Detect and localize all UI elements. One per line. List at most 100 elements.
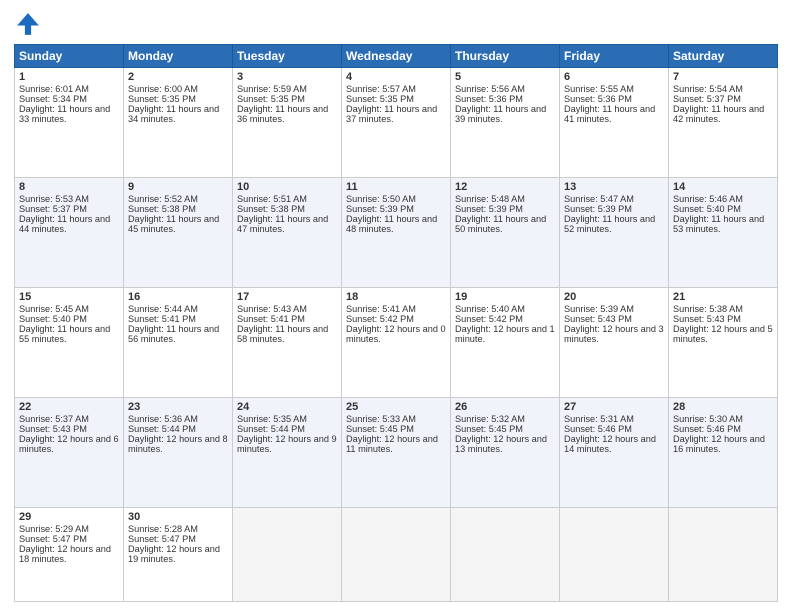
sunrise-label: Sunrise: 6:00 AM [128, 84, 198, 94]
day-number: 14 [673, 181, 773, 193]
sunrise-label: Sunrise: 5:45 AM [19, 304, 89, 314]
calendar-cell [342, 508, 451, 602]
day-number: 29 [19, 511, 119, 523]
sunset-label: Sunset: 5:39 PM [346, 204, 414, 214]
day-number: 20 [564, 291, 664, 303]
sunrise-label: Sunrise: 5:51 AM [237, 194, 307, 204]
sunset-label: Sunset: 5:41 PM [128, 314, 196, 324]
daylight-label: Daylight: 11 hours and 56 minutes. [128, 324, 219, 344]
daylight-label: Daylight: 12 hours and 5 minutes. [673, 324, 773, 344]
daylight-label: Daylight: 12 hours and 6 minutes. [19, 434, 119, 454]
day-number: 28 [673, 401, 773, 413]
day-number: 18 [346, 291, 446, 303]
sunrise-label: Sunrise: 5:55 AM [564, 84, 634, 94]
day-number: 12 [455, 181, 555, 193]
weekday-header-thursday: Thursday [451, 45, 560, 68]
sunset-label: Sunset: 5:45 PM [455, 424, 523, 434]
day-number: 1 [19, 71, 119, 83]
daylight-label: Daylight: 12 hours and 9 minutes. [237, 434, 337, 454]
calendar-cell: 29Sunrise: 5:29 AMSunset: 5:47 PMDayligh… [15, 508, 124, 602]
calendar-cell: 20Sunrise: 5:39 AMSunset: 5:43 PMDayligh… [560, 288, 669, 398]
daylight-label: Daylight: 11 hours and 39 minutes. [455, 104, 546, 124]
calendar-cell: 2Sunrise: 6:00 AMSunset: 5:35 PMDaylight… [124, 68, 233, 178]
sunrise-label: Sunrise: 5:35 AM [237, 414, 307, 424]
sunset-label: Sunset: 5:46 PM [673, 424, 741, 434]
calendar-cell: 24Sunrise: 5:35 AMSunset: 5:44 PMDayligh… [233, 398, 342, 508]
daylight-label: Daylight: 11 hours and 44 minutes. [19, 214, 110, 234]
daylight-label: Daylight: 11 hours and 53 minutes. [673, 214, 764, 234]
calendar-cell: 30Sunrise: 5:28 AMSunset: 5:47 PMDayligh… [124, 508, 233, 602]
weekday-header-friday: Friday [560, 45, 669, 68]
sunrise-label: Sunrise: 5:44 AM [128, 304, 198, 314]
day-number: 22 [19, 401, 119, 413]
calendar-cell: 25Sunrise: 5:33 AMSunset: 5:45 PMDayligh… [342, 398, 451, 508]
sunset-label: Sunset: 5:42 PM [455, 314, 523, 324]
sunrise-label: Sunrise: 5:33 AM [346, 414, 416, 424]
day-number: 13 [564, 181, 664, 193]
sunset-label: Sunset: 5:39 PM [455, 204, 523, 214]
calendar-table: SundayMondayTuesdayWednesdayThursdayFrid… [14, 44, 778, 602]
calendar-cell: 8Sunrise: 5:53 AMSunset: 5:37 PMDaylight… [15, 178, 124, 288]
sunrise-label: Sunrise: 5:32 AM [455, 414, 525, 424]
calendar-cell: 13Sunrise: 5:47 AMSunset: 5:39 PMDayligh… [560, 178, 669, 288]
daylight-label: Daylight: 11 hours and 55 minutes. [19, 324, 110, 344]
sunset-label: Sunset: 5:37 PM [19, 204, 87, 214]
day-number: 8 [19, 181, 119, 193]
sunset-label: Sunset: 5:43 PM [673, 314, 741, 324]
daylight-label: Daylight: 12 hours and 14 minutes. [564, 434, 656, 454]
sunset-label: Sunset: 5:45 PM [346, 424, 414, 434]
daylight-label: Daylight: 12 hours and 3 minutes. [564, 324, 664, 344]
calendar-row-4: 29Sunrise: 5:29 AMSunset: 5:47 PMDayligh… [15, 508, 778, 602]
calendar-cell: 23Sunrise: 5:36 AMSunset: 5:44 PMDayligh… [124, 398, 233, 508]
day-number: 30 [128, 511, 228, 523]
calendar-cell: 9Sunrise: 5:52 AMSunset: 5:38 PMDaylight… [124, 178, 233, 288]
sunset-label: Sunset: 5:46 PM [564, 424, 632, 434]
daylight-label: Daylight: 11 hours and 48 minutes. [346, 214, 437, 234]
day-number: 25 [346, 401, 446, 413]
calendar-cell [451, 508, 560, 602]
sunset-label: Sunset: 5:34 PM [19, 94, 87, 104]
day-number: 2 [128, 71, 228, 83]
sunset-label: Sunset: 5:35 PM [128, 94, 196, 104]
day-number: 3 [237, 71, 337, 83]
calendar-cell [560, 508, 669, 602]
calendar-cell: 11Sunrise: 5:50 AMSunset: 5:39 PMDayligh… [342, 178, 451, 288]
calendar-cell [233, 508, 342, 602]
calendar-cell: 21Sunrise: 5:38 AMSunset: 5:43 PMDayligh… [669, 288, 778, 398]
sunset-label: Sunset: 5:43 PM [564, 314, 632, 324]
weekday-header-tuesday: Tuesday [233, 45, 342, 68]
calendar-cell: 3Sunrise: 5:59 AMSunset: 5:35 PMDaylight… [233, 68, 342, 178]
weekday-header-wednesday: Wednesday [342, 45, 451, 68]
sunrise-label: Sunrise: 5:54 AM [673, 84, 743, 94]
day-number: 10 [237, 181, 337, 193]
daylight-label: Daylight: 11 hours and 36 minutes. [237, 104, 328, 124]
calendar-row-2: 15Sunrise: 5:45 AMSunset: 5:40 PMDayligh… [15, 288, 778, 398]
day-number: 6 [564, 71, 664, 83]
daylight-label: Daylight: 11 hours and 50 minutes. [455, 214, 546, 234]
sunset-label: Sunset: 5:43 PM [19, 424, 87, 434]
calendar-header-row: SundayMondayTuesdayWednesdayThursdayFrid… [15, 45, 778, 68]
sunset-label: Sunset: 5:44 PM [128, 424, 196, 434]
calendar-cell: 14Sunrise: 5:46 AMSunset: 5:40 PMDayligh… [669, 178, 778, 288]
weekday-header-saturday: Saturday [669, 45, 778, 68]
calendar-cell: 7Sunrise: 5:54 AMSunset: 5:37 PMDaylight… [669, 68, 778, 178]
day-number: 15 [19, 291, 119, 303]
sunset-label: Sunset: 5:39 PM [564, 204, 632, 214]
page: SundayMondayTuesdayWednesdayThursdayFrid… [0, 0, 792, 612]
day-number: 26 [455, 401, 555, 413]
sunset-label: Sunset: 5:37 PM [673, 94, 741, 104]
sunrise-label: Sunrise: 6:01 AM [19, 84, 89, 94]
daylight-label: Daylight: 11 hours and 42 minutes. [673, 104, 764, 124]
sunset-label: Sunset: 5:38 PM [128, 204, 196, 214]
calendar-row-3: 22Sunrise: 5:37 AMSunset: 5:43 PMDayligh… [15, 398, 778, 508]
calendar-cell: 17Sunrise: 5:43 AMSunset: 5:41 PMDayligh… [233, 288, 342, 398]
sunrise-label: Sunrise: 5:41 AM [346, 304, 416, 314]
calendar-cell: 28Sunrise: 5:30 AMSunset: 5:46 PMDayligh… [669, 398, 778, 508]
day-number: 21 [673, 291, 773, 303]
daylight-label: Daylight: 12 hours and 8 minutes. [128, 434, 228, 454]
calendar-cell: 19Sunrise: 5:40 AMSunset: 5:42 PMDayligh… [451, 288, 560, 398]
sunrise-label: Sunrise: 5:56 AM [455, 84, 525, 94]
daylight-label: Daylight: 11 hours and 52 minutes. [564, 214, 655, 234]
sunset-label: Sunset: 5:36 PM [455, 94, 523, 104]
day-number: 16 [128, 291, 228, 303]
